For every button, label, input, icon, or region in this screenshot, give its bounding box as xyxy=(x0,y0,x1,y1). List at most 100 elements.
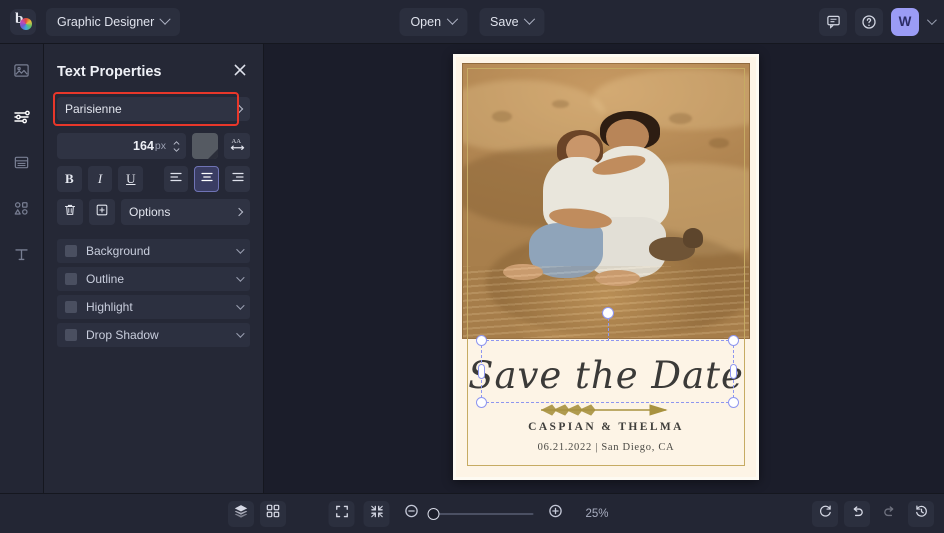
sidebar-item-text[interactable] xyxy=(7,242,37,272)
accordion-label: Highlight xyxy=(86,300,236,314)
chevron-right-icon xyxy=(235,208,243,216)
svg-text:AA: AA xyxy=(231,138,241,145)
file-actions: Open Save xyxy=(399,8,544,36)
sliders-icon xyxy=(13,108,31,131)
zoom-in-button[interactable] xyxy=(543,501,569,527)
zoom-level-label: 25% xyxy=(586,508,616,520)
reset-button[interactable] xyxy=(812,501,838,527)
zoom-out-button[interactable] xyxy=(399,501,425,527)
chevron-down-icon xyxy=(160,13,171,24)
help-button[interactable] xyxy=(855,8,883,36)
font-size-stepper[interactable] xyxy=(173,141,180,152)
letter-spacing-button[interactable]: AA xyxy=(224,133,250,159)
canvas-area[interactable]: Save the Date CASPIAN & THELMA xyxy=(264,44,944,493)
align-center-button[interactable] xyxy=(194,166,219,192)
accordion-background[interactable]: Background xyxy=(57,239,250,263)
design-card[interactable]: Save the Date CASPIAN & THELMA xyxy=(453,54,759,480)
chevron-down-icon xyxy=(236,273,244,281)
bottom-left-tools xyxy=(228,501,286,527)
arrow-ornament-icon xyxy=(456,403,756,415)
save-button[interactable]: Save xyxy=(479,8,545,36)
format-divider xyxy=(149,166,158,192)
photo-image[interactable] xyxy=(462,63,750,339)
page-title: Text Properties xyxy=(57,64,162,80)
chevron-down-icon xyxy=(173,148,180,152)
accordion-label: Background xyxy=(86,244,236,258)
redo-button[interactable] xyxy=(876,501,902,527)
comment-icon xyxy=(826,14,841,29)
italic-button[interactable]: I xyxy=(88,166,113,192)
layers-button[interactable] xyxy=(228,501,254,527)
italic-label: I xyxy=(98,171,102,187)
font-family-value: Parisienne xyxy=(65,102,122,116)
couple-names[interactable]: CASPIAN & THELMA xyxy=(456,421,756,433)
avatar-initial: W xyxy=(899,14,912,29)
font-size-unit: px xyxy=(155,140,166,152)
background-checkbox[interactable] xyxy=(65,245,77,257)
avatar[interactable]: W xyxy=(891,8,919,36)
highlight-checkbox[interactable] xyxy=(65,301,77,313)
undo-icon xyxy=(850,504,865,524)
image-icon xyxy=(13,62,30,84)
bottom-bar: 25% xyxy=(0,493,944,533)
font-size-input[interactable]: 164 px xyxy=(57,133,186,159)
collapse-icon xyxy=(369,504,384,524)
underline-button[interactable]: U xyxy=(118,166,143,192)
format-row: B I U xyxy=(57,166,250,192)
align-left-button[interactable] xyxy=(164,166,189,192)
workspace-selector[interactable]: Graphic Designer xyxy=(46,8,180,36)
zoom-slider[interactable] xyxy=(434,513,534,515)
font-family-select[interactable]: Parisienne xyxy=(57,97,250,121)
outline-checkbox[interactable] xyxy=(65,273,77,285)
close-panel-button[interactable] xyxy=(230,62,250,82)
options-label: Options xyxy=(129,205,170,219)
chevron-down-icon xyxy=(446,13,457,24)
accordion-outline[interactable]: Outline xyxy=(57,267,250,291)
delete-button[interactable] xyxy=(57,199,83,225)
drop-shadow-checkbox[interactable] xyxy=(65,329,77,341)
options-button[interactable]: Options xyxy=(121,199,250,225)
accordion-label: Drop Shadow xyxy=(86,328,236,342)
chevron-down-icon xyxy=(236,245,244,253)
align-right-icon xyxy=(231,170,245,188)
headline-text[interactable]: Save the Date xyxy=(456,357,756,394)
align-right-button[interactable] xyxy=(225,166,250,192)
grid-button[interactable] xyxy=(260,501,286,527)
comment-button[interactable] xyxy=(819,8,847,36)
bold-button[interactable]: B xyxy=(57,166,82,192)
accordion-label: Outline xyxy=(86,272,236,286)
zoom-slider-thumb[interactable] xyxy=(428,508,440,520)
tool-rail xyxy=(0,44,44,493)
sidebar-item-image[interactable] xyxy=(7,58,37,88)
text-properties-panel: Text Properties Parisienne 164 px xyxy=(44,44,264,493)
font-size-value: 164 xyxy=(133,139,154,153)
help-circle-icon xyxy=(861,14,877,30)
bold-label: B xyxy=(65,171,74,187)
zoom-in-icon xyxy=(548,503,564,524)
date-location[interactable]: 06.21.2022 | San Diego, CA xyxy=(456,442,756,453)
account-chevron-down-icon[interactable] xyxy=(927,15,937,25)
redo-icon xyxy=(882,504,897,524)
chevron-down-icon xyxy=(236,301,244,309)
panel-header: Text Properties xyxy=(57,51,250,93)
zoom-controls: 25% xyxy=(329,501,616,527)
sidebar-item-adjust[interactable] xyxy=(7,104,37,134)
sidebar-item-shapes[interactable] xyxy=(7,196,37,226)
accordion-highlight[interactable]: Highlight xyxy=(57,295,250,319)
accordion-drop-shadow[interactable]: Drop Shadow xyxy=(57,323,250,347)
sand-texture xyxy=(463,266,749,338)
history-button[interactable] xyxy=(908,501,934,527)
duplicate-button[interactable] xyxy=(89,199,115,225)
zoom-out-icon xyxy=(404,503,420,524)
open-button[interactable]: Open xyxy=(399,8,467,36)
trash-icon xyxy=(63,203,77,222)
app-logo[interactable]: b xyxy=(10,9,36,35)
undo-button[interactable] xyxy=(844,501,870,527)
fit-to-screen-button[interactable] xyxy=(364,501,390,527)
history-icon xyxy=(914,504,929,524)
app-body: Text Properties Parisienne 164 px xyxy=(0,44,944,493)
sidebar-item-layout[interactable] xyxy=(7,150,37,180)
text-color-swatch[interactable] xyxy=(192,133,218,159)
fullscreen-button[interactable] xyxy=(329,501,355,527)
layers-icon xyxy=(233,503,249,524)
